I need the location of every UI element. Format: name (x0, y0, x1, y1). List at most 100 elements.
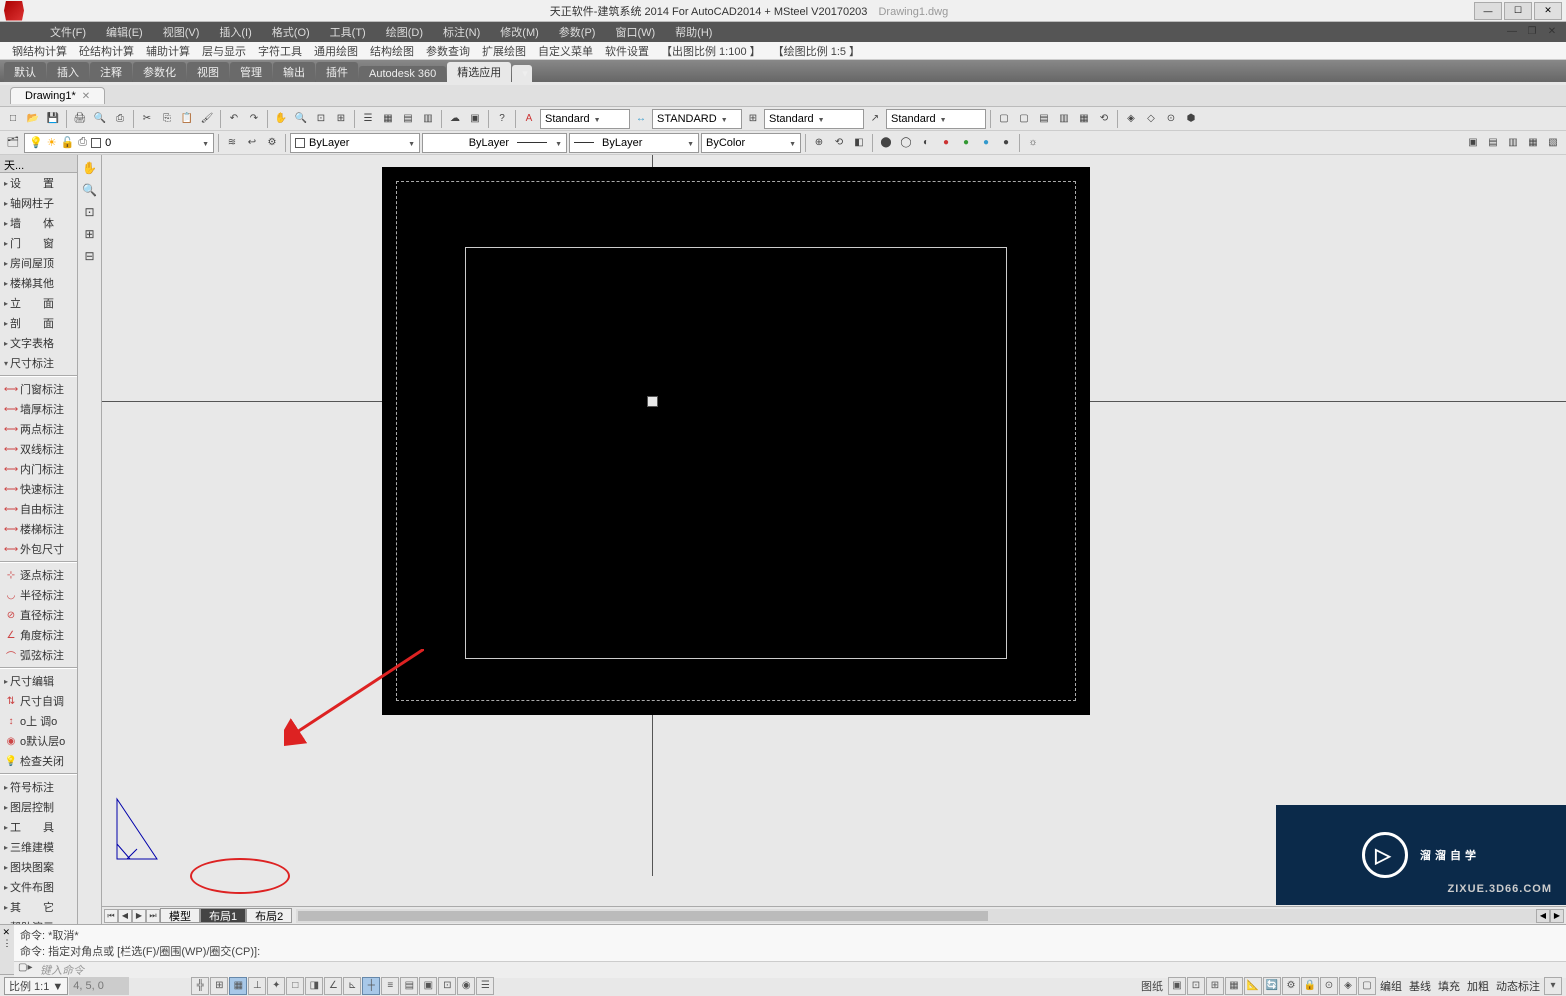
layer-dropdown[interactable]: 💡 ☀ 🔓 ⎙ 0 (24, 133, 214, 153)
menu-insert[interactable]: 插入(I) (209, 22, 261, 42)
plot-icon[interactable]: ⎙ (111, 110, 129, 128)
doc-minimize[interactable]: — (1502, 24, 1522, 38)
ltp-section[interactable]: ▸剖 面 (0, 313, 77, 333)
sb-am-icon[interactable]: ◉ (457, 977, 475, 995)
sb-dyn-icon[interactable]: ┼ (362, 977, 380, 995)
v-green-icon[interactable]: ● (957, 134, 975, 152)
sb-grid-icon[interactable]: ▦ (229, 977, 247, 995)
hscrollbar[interactable] (296, 909, 1536, 923)
pm-steel[interactable]: 钢结构计算 (6, 43, 73, 59)
rtab-insert[interactable]: 插入 (47, 62, 89, 82)
sb-tpy-icon[interactable]: ▤ (400, 977, 418, 995)
ucs-world-icon[interactable]: ⊕ (810, 134, 828, 152)
textstyle-dropdown[interactable]: Standard (540, 109, 630, 129)
pm-text[interactable]: 字符工具 (252, 43, 308, 59)
app-icon[interactable] (4, 1, 24, 21)
ltp-axis[interactable]: ▸轴网柱子 (0, 193, 77, 213)
tbr-5-icon[interactable]: ▧ (1544, 134, 1562, 152)
pan-hand-icon[interactable]: ✋ (81, 159, 99, 177)
undo-icon[interactable]: ↶ (225, 110, 243, 128)
linetype-dropdown[interactable]: ByLayer (422, 133, 567, 153)
sb-dyndim[interactable]: 动态标注 (1493, 978, 1543, 994)
menu-draw[interactable]: 绘图(D) (376, 22, 433, 42)
lineweight-dropdown[interactable]: ByLayer (569, 133, 699, 153)
ltp-block[interactable]: ▸图块图案 (0, 857, 77, 877)
pm-custom[interactable]: 自定义菜单 (532, 43, 599, 59)
rtab-default[interactable]: 默认 (4, 62, 46, 82)
lt-layout1[interactable]: 布局1 (200, 908, 246, 923)
ltp-3d[interactable]: ▸三维建模 (0, 837, 77, 857)
sb-lwt-icon[interactable]: ≡ (381, 977, 399, 995)
menu-format[interactable]: 格式(O) (262, 22, 320, 42)
ltp-room[interactable]: ▸房间屋顶 (0, 253, 77, 273)
layermatch-icon[interactable]: ≋ (223, 134, 241, 152)
sb-ducs-icon[interactable]: ⊾ (343, 977, 361, 995)
markup-icon[interactable]: ☁ (446, 110, 464, 128)
view3d-icon[interactable]: ⊙ (1162, 110, 1180, 128)
tilev-icon[interactable]: ▥ (1055, 110, 1073, 128)
ucs-face-icon[interactable]: ◧ (850, 134, 868, 152)
ltp-wall[interactable]: ▸墙 体 (0, 213, 77, 233)
help-icon[interactable]: ? (493, 110, 511, 128)
ltp-dim[interactable]: ▾尺寸标注 (0, 353, 77, 373)
sb-clean-icon[interactable]: ▢ (1358, 977, 1376, 995)
ltp-dim-deflayer[interactable]: ◉o默认层o (0, 731, 77, 751)
ltp-door[interactable]: ▸门 窗 (0, 233, 77, 253)
menu-parameter[interactable]: 参数(P) (549, 22, 606, 42)
mleader-icon[interactable]: ↗ (866, 110, 884, 128)
v-blue-icon[interactable]: ● (977, 134, 995, 152)
ltp-dim-quick[interactable]: ⟷快速标注 (0, 479, 77, 499)
pm-ext[interactable]: 扩展绘图 (476, 43, 532, 59)
ltp-dim-outer[interactable]: ⟷外包尺寸 (0, 539, 77, 559)
ltp-dim-radius[interactable]: ◡半径标注 (0, 585, 77, 605)
sb-group[interactable]: 编组 (1377, 978, 1405, 994)
lt-first-icon[interactable]: ⏮ (104, 909, 118, 923)
lt-layout2[interactable]: 布局2 (246, 908, 292, 923)
rtab-output[interactable]: 输出 (273, 62, 315, 82)
pm-settings[interactable]: 软件设置 (599, 43, 655, 59)
plotstyle-dropdown[interactable]: ByColor (701, 133, 801, 153)
new-icon[interactable]: □ (4, 110, 22, 128)
sb-fill[interactable]: 填充 (1435, 978, 1463, 994)
layerprev-icon[interactable]: ↩ (243, 134, 261, 152)
sb-maxvp-icon[interactable]: ⊡ (1187, 977, 1205, 995)
zoom-prev-icon[interactable]: ⊞ (332, 110, 350, 128)
match-icon[interactable]: 🖌 (198, 110, 216, 128)
pm-aux[interactable]: 辅助计算 (140, 43, 196, 59)
ucs-icon[interactable]: ◈ (1122, 110, 1140, 128)
v-realistic-icon[interactable]: ⬤ (877, 134, 895, 152)
close-button[interactable]: ✕ (1534, 2, 1562, 20)
minimize-button[interactable]: — (1474, 2, 1502, 20)
ltp-dim-free[interactable]: ⟷自由标注 (0, 499, 77, 519)
ltp-help[interactable]: ▸帮助演示 (0, 917, 77, 924)
sb-bold[interactable]: 加粗 (1464, 978, 1492, 994)
pm-draw[interactable]: 通用绘图 (308, 43, 364, 59)
menu-tools[interactable]: 工具(T) (320, 22, 376, 42)
rtab-view[interactable]: 视图 (187, 62, 229, 82)
zoom-prev2-icon[interactable]: ⊟ (81, 247, 99, 265)
rtab-plugins[interactable]: 插件 (316, 62, 358, 82)
ltp-dim-up[interactable]: ↕o上 调o (0, 711, 77, 731)
tablestyle-dropdown[interactable]: Standard (764, 109, 864, 129)
ltp-dim-angle[interactable]: ∠角度标注 (0, 625, 77, 645)
sb-baseline[interactable]: 基线 (1406, 978, 1434, 994)
3d-icon[interactable]: ⬢ (1182, 110, 1200, 128)
ltp-stair[interactable]: ▸楼梯其他 (0, 273, 77, 293)
v-gray-icon[interactable]: ● (997, 134, 1015, 152)
color-dropdown[interactable]: ByLayer (290, 133, 420, 153)
menu-view[interactable]: 视图(V) (153, 22, 210, 42)
tablebtn-icon[interactable]: ⊞ (744, 110, 762, 128)
print-icon[interactable]: 🖨 (71, 110, 89, 128)
zoom-icon[interactable]: 🔍 (292, 110, 310, 128)
menu-edit[interactable]: 编辑(E) (96, 22, 153, 42)
paste-icon[interactable]: 📋 (178, 110, 196, 128)
ltp-dim-arc[interactable]: ⌒弧弦标注 (0, 645, 77, 665)
doc-restore[interactable]: ❐ (1522, 24, 1542, 38)
v-hidden-icon[interactable]: ◐ (917, 134, 935, 152)
ltp-layerctrl[interactable]: ▸图层控制 (0, 797, 77, 817)
rtab-expand[interactable]: ▾ (512, 65, 532, 82)
ltp-dim-point[interactable]: ⊹逐点标注 (0, 565, 77, 585)
ltp-dim-2pt[interactable]: ⟷两点标注 (0, 419, 77, 439)
sb-qv-icon[interactable]: ⊞ (1206, 977, 1224, 995)
mleaderstyle-dropdown[interactable]: Standard (886, 109, 986, 129)
